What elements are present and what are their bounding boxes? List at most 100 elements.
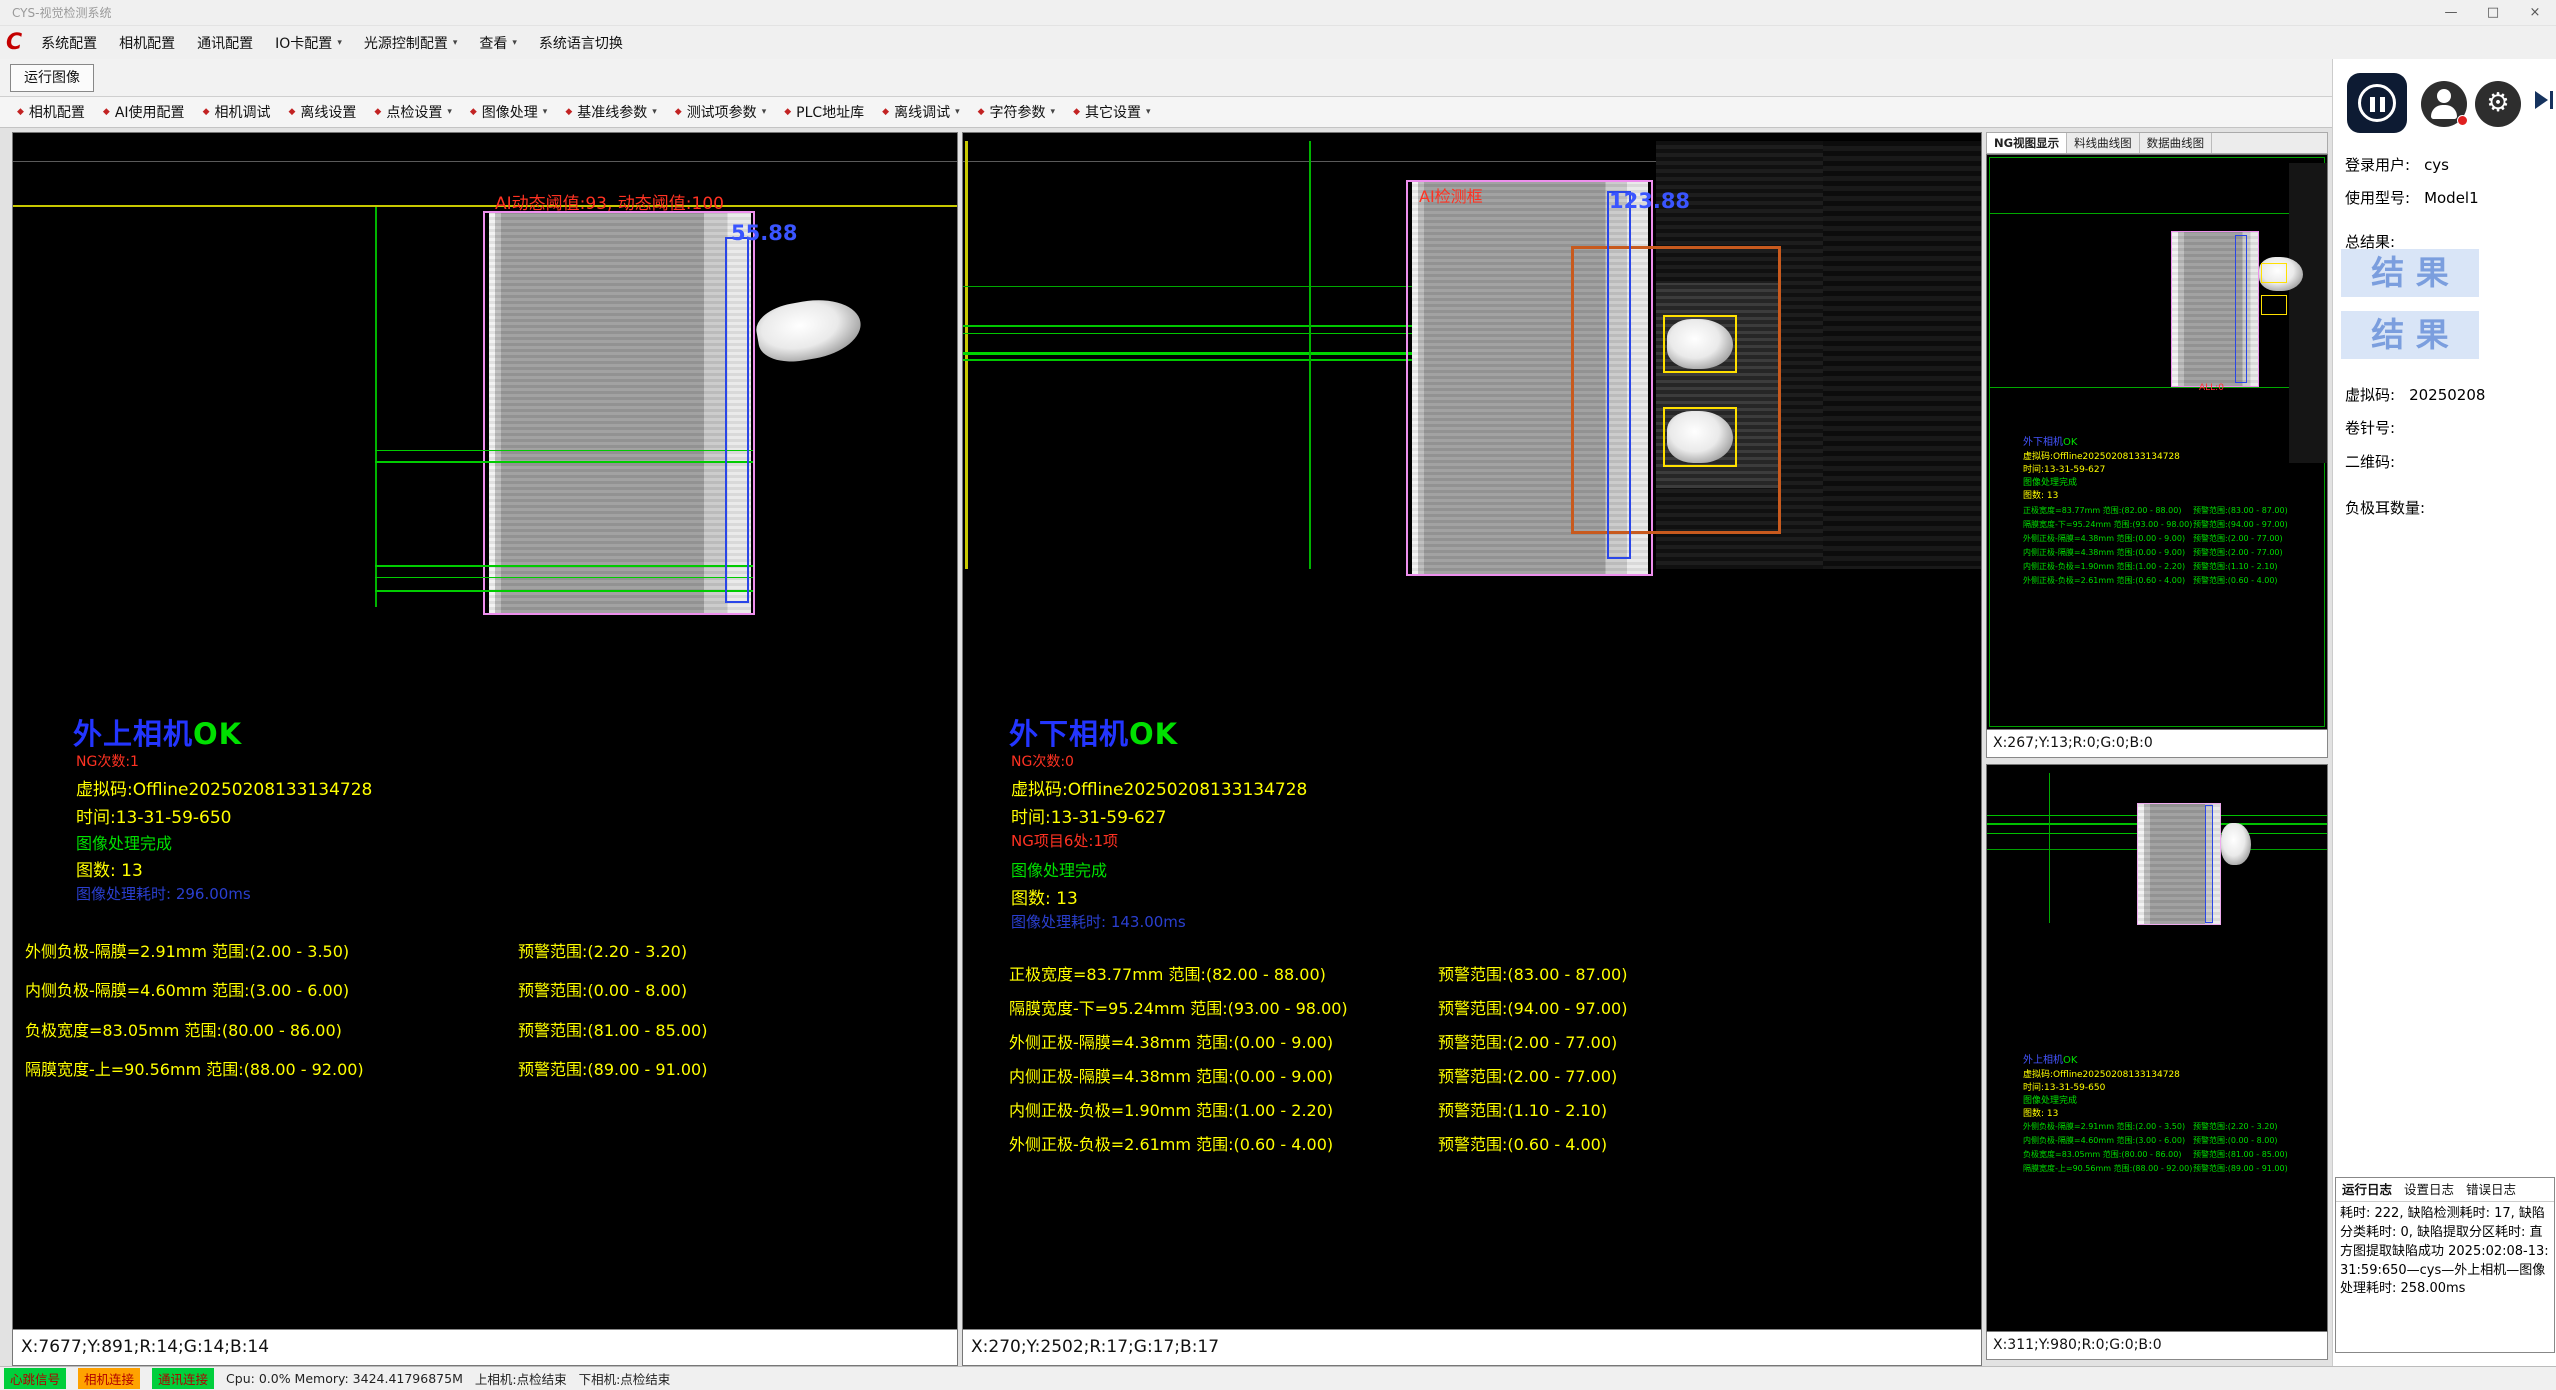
ng-view-column: NG视图显示 料线曲线图 数据曲线图 ALL:0 外下相机OK 虚拟码:Offl… [1986, 132, 2328, 1360]
measurement-row: 内侧正极-隔膜=4.38mm 范围:(0.00 - 9.00)预警范围:(2.0… [2023, 547, 2185, 558]
process-done-label: 图像处理完成 [1011, 857, 1107, 881]
virtual-code-field: 虚拟码:20250208 [2345, 384, 2485, 405]
metal-tab-blob [2221, 823, 2251, 865]
tab-ng-view[interactable]: NG视图显示 [1987, 133, 2067, 153]
measurement-row: 外侧负极-隔膜=2.91mm 范围:(2.00 - 3.50)预警范围:(2.2… [2023, 1121, 2185, 1132]
tool-other-settings[interactable]: ◆其它设置▾ [1064, 102, 1159, 122]
tool-offline-debug[interactable]: ◆离线调试▾ [873, 102, 968, 122]
chevron-down-icon: ▾ [337, 38, 342, 48]
blue-measure-box [2205, 805, 2213, 923]
tool-spot-check[interactable]: ◆点检设置▾ [365, 102, 460, 122]
measurement-row: 负极宽度=83.05mm 范围:(80.00 - 86.00)预警范围:(81.… [25, 1017, 342, 1041]
tool-test-params[interactable]: ◆测试项参数▾ [666, 102, 775, 122]
lower-camera-check-status: 下相机:点检结束 [579, 1369, 671, 1388]
statusbar: 心跳信号 相机连接 通讯连接 Cpu: 0.0% Memory: 3424.41… [0, 1366, 2556, 1390]
yellow-vertical-line [965, 141, 968, 569]
measurement-row: 隔膜宽度-上=90.56mm 范围:(88.00 - 92.00)预警范围:(8… [2023, 1163, 2192, 1174]
result-badge-1: 结 果 [2341, 249, 2479, 297]
chevron-down-icon: ▾ [955, 107, 960, 117]
frame-count-label: 图数: 13 [2023, 1106, 2058, 1119]
tool-image-process[interactable]: ◆图像处理▾ [461, 102, 556, 122]
thumb-red-tag: ALL:0 [2199, 383, 2224, 393]
user-button[interactable] [2421, 81, 2467, 127]
tab-error-log[interactable]: 错误日志 [2460, 1178, 2522, 1201]
blue-measure-box [1607, 191, 1631, 559]
lower-camera-panel: AI检测框 123.88 外下相机OK NG次数:0 虚拟码:Offline20… [962, 132, 1982, 1366]
diamond-icon: ◆ [1073, 107, 1080, 117]
diamond-icon: ◆ [288, 107, 295, 117]
camera-name: 外上相机 [73, 717, 193, 751]
diamond-icon: ◆ [203, 107, 210, 117]
yellow-reference-line [13, 205, 957, 207]
tool-camera-debug[interactable]: ◆相机调试 [194, 102, 280, 122]
ng-thumbnail-upper[interactable]: ALL:0 外下相机OK 虚拟码:Offline2025020813313472… [1986, 154, 2328, 730]
process-time-label: 图像处理耗时: 296.00ms [76, 883, 251, 904]
tool-camera-config[interactable]: ◆相机配置 [8, 102, 94, 122]
camera-connection-indicator: 相机连接 [78, 1368, 140, 1389]
green-vertical-line [2049, 773, 2050, 923]
lower-camera-canvas[interactable]: AI检测框 123.88 外下相机OK NG次数:0 虚拟码:Offline20… [963, 133, 1981, 1329]
ng-count-label: NG次数:1 [76, 751, 139, 771]
maximize-button[interactable]: □ [2472, 0, 2514, 26]
green-measure-line [963, 286, 1413, 287]
menu-system-config[interactable]: 系统配置 [30, 26, 108, 59]
camera-result: OK [1129, 717, 1178, 751]
camera-result-title: 外上相机OK [2023, 1051, 2077, 1066]
upper-camera-cursor-status: X:7677;Y:891;R:14;G:14;B:14 [13, 1329, 957, 1365]
tab-run-image[interactable]: 运行图像 [10, 64, 94, 92]
settings-button[interactable]: ⚙ [2475, 81, 2521, 127]
tool-baseline-params[interactable]: ◆基准线参数▾ [556, 102, 665, 122]
metal-tab-blob [1667, 319, 1733, 369]
tab-run-log[interactable]: 运行日志 [2336, 1178, 2398, 1201]
pause-button[interactable] [2347, 73, 2407, 133]
tool-plc-address[interactable]: ◆PLC地址库 [775, 102, 873, 122]
close-button[interactable]: × [2514, 0, 2556, 26]
virtual-code-label: 虚拟码:Offline20250208133134728 [2023, 1067, 2180, 1080]
green-measure-line [963, 333, 1413, 334]
menu-language-switch[interactable]: 系统语言切换 [528, 26, 634, 59]
diamond-icon: ◆ [17, 107, 24, 117]
menu-comm-config[interactable]: 通讯配置 [186, 26, 264, 59]
tool-ai-config[interactable]: ◆AI使用配置 [94, 102, 194, 122]
diamond-icon: ◆ [675, 107, 682, 117]
menu-light-config[interactable]: 光源控制配置▾ [353, 26, 469, 59]
ng-items-label: NG项目6处:1项 [1011, 830, 1118, 851]
ng-count-label: NG次数:0 [1011, 751, 1074, 771]
measurement-row: 外侧正极-隔膜=4.38mm 范围:(0.00 - 9.00)预警范围:(2.0… [2023, 533, 2185, 544]
ng-thumbnail-lower[interactable]: 外上相机OK 虚拟码:Offline20250208133134728 时间:1… [1986, 764, 2328, 1332]
tool-char-params[interactable]: ◆字符参数▾ [969, 102, 1064, 122]
diamond-icon: ◆ [565, 107, 572, 117]
metal-tab-blob [1667, 411, 1733, 463]
process-done-label: 图像处理完成 [2023, 475, 2077, 488]
minimize-button[interactable]: — [2430, 0, 2472, 26]
measurement-row: 外侧正极-负极=2.61mm 范围:(0.60 - 4.00)预警范围:(0.6… [1009, 1131, 1333, 1155]
measurement-row: 隔膜宽度-下=95.24mm 范围:(93.00 - 98.00)预警范围:(9… [2023, 519, 2192, 530]
collapse-panel-button[interactable] [2535, 91, 2553, 109]
measurement-row: 正极宽度=83.77mm 范围:(82.00 - 88.00)预警范围:(83.… [2023, 505, 2181, 516]
tool-offline-settings[interactable]: ◆离线设置 [279, 102, 365, 122]
menu-io-card-config[interactable]: IO卡配置▾ [264, 26, 353, 59]
blue-measure-box [2235, 235, 2247, 383]
upper-camera-canvas[interactable]: AI动态阈值:93, 动态阈值:100 55.88 外上相机OK NG次数:1 … [13, 133, 957, 1329]
frame-count-label: 图数: 13 [2023, 488, 2058, 501]
tab-data-curve[interactable]: 数据曲线图 [2140, 133, 2213, 153]
green-measure-line [963, 359, 1413, 361]
time-label: 时间:13-31-59-650 [76, 803, 231, 828]
virtual-code-value: 20250208 [2409, 386, 2485, 404]
menu-camera-config[interactable]: 相机配置 [108, 26, 186, 59]
virtual-code-label: 虚拟码:Offline20250208133134728 [2023, 449, 2180, 462]
time-label: 时间:13-31-59-627 [2023, 462, 2105, 475]
menu-view[interactable]: 查看▾ [468, 26, 528, 59]
measurement-row: 内侧负极-隔膜=4.60mm 范围:(3.00 - 6.00)预警范围:(0.0… [25, 977, 349, 1001]
chevron-down-icon: ▾ [453, 38, 458, 48]
yellow-tab-box [1663, 315, 1737, 373]
model-value: Model1 [2424, 189, 2479, 207]
measurement-row: 内侧正极-负极=1.90mm 范围:(1.00 - 2.20)预警范围:(1.1… [2023, 561, 2185, 572]
tab-settings-log[interactable]: 设置日志 [2398, 1178, 2460, 1201]
blue-measure-box [725, 237, 749, 603]
yellow-tab-box [2261, 263, 2287, 283]
ng-view-tabs: NG视图显示 料线曲线图 数据曲线图 [1986, 132, 2328, 154]
measurement-row: 内侧正极-隔膜=4.38mm 范围:(0.00 - 9.00)预警范围:(2.0… [1009, 1063, 1333, 1087]
tab-line-curve[interactable]: 料线曲线图 [2067, 133, 2140, 153]
diamond-icon: ◆ [374, 107, 381, 117]
